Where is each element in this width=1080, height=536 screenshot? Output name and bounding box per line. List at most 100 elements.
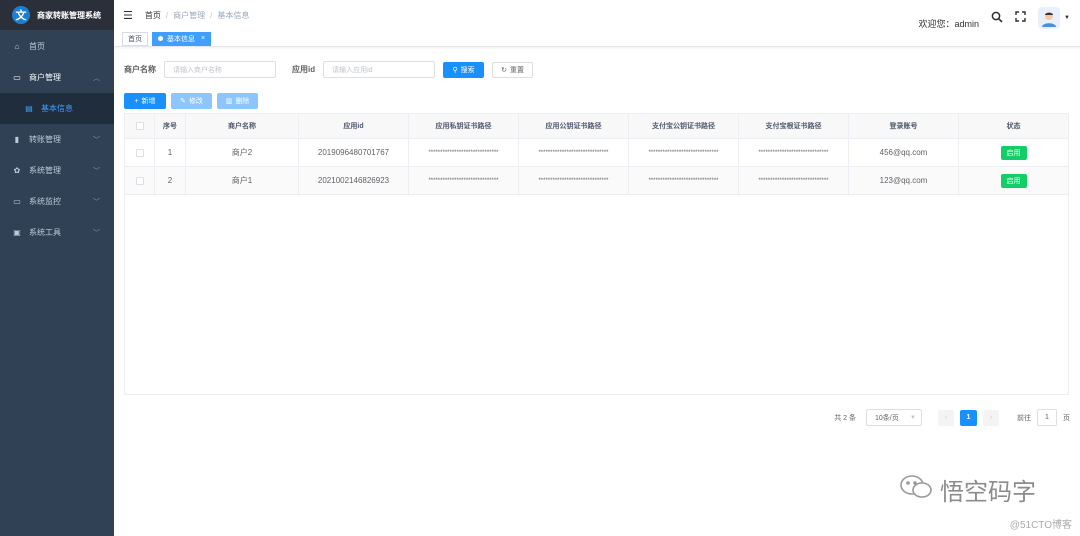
chevron-down-icon: ﹀ xyxy=(93,198,100,206)
row-checkbox[interactable] xyxy=(125,139,155,166)
goto-page-input[interactable]: 1 xyxy=(1037,409,1057,426)
column-header: 应用私钥证书路径 xyxy=(409,114,519,138)
close-icon[interactable]: × xyxy=(201,35,205,42)
tag-home[interactable]: 首页 xyxy=(122,31,148,46)
edit-icon: ✎ xyxy=(180,98,186,105)
cell-key: ****************************** xyxy=(409,139,519,166)
sidebar: 文 商家转账管理系统 ⌂ 首页 ▭ 商户管理 ︿ ▤ 基本信息 ▮ 转账管理 ﹀… xyxy=(0,0,114,536)
sidebar-item-system[interactable]: ✿ 系统管理 ﹀ xyxy=(0,155,114,186)
column-header: 登录账号 xyxy=(849,114,959,138)
column-header: 应用id xyxy=(299,114,409,138)
column-header: 状态 xyxy=(1006,123,1021,130)
column-header: 支付宝公钥证书路径 xyxy=(629,114,739,138)
column-header: 支付宝根证书路径 xyxy=(739,114,849,138)
sidebar-item-label: 首页 xyxy=(29,42,45,51)
button-label: 修改 xyxy=(188,98,203,105)
delete-icon: ▥ xyxy=(225,98,233,105)
status-button[interactable]: 启用 xyxy=(1000,173,1027,188)
logo-icon: 文 xyxy=(12,6,30,24)
cell-key: ****************************** xyxy=(739,139,849,166)
merchant-name-input[interactable]: 请输入商户名称 xyxy=(164,61,276,78)
tag-label: 基本信息 xyxy=(167,35,195,43)
column-header: 应用公钥证书路径 xyxy=(519,114,629,138)
column-header: 序号 xyxy=(155,114,186,138)
app-id-input[interactable]: 请输入应用id xyxy=(323,61,436,78)
sidebar-item-label: 系统监控 xyxy=(29,197,61,206)
sidebar-item-label: 系统管理 xyxy=(29,166,61,175)
page-size-select[interactable]: 10条/页 ▼ xyxy=(866,409,922,426)
plus-icon: + xyxy=(134,97,139,105)
breadcrumb: 首页 / 商户管理 / 基本信息 xyxy=(145,10,249,21)
cell-name: 商户1 xyxy=(186,167,299,194)
prev-page-button[interactable]: ‹ xyxy=(938,409,954,426)
select-all-checkbox[interactable] xyxy=(125,114,155,138)
reset-button[interactable]: ↻ 重置 xyxy=(492,61,534,78)
page-size-value: 10条/页 xyxy=(875,414,899,422)
sidebar-item-tools[interactable]: ▣ 系统工具 ﹀ xyxy=(0,217,114,248)
chevron-down-icon: ﹀ xyxy=(93,136,100,144)
merchant-name-label: 商户名称 xyxy=(124,65,156,74)
active-dot-icon xyxy=(158,36,163,41)
sidebar-logo[interactable]: 文 商家转账管理系统 xyxy=(0,0,114,30)
cell-name: 商户2 xyxy=(186,139,299,166)
cell-account: 456@qq.com xyxy=(849,139,959,166)
edit-button[interactable]: ✎ 修改 xyxy=(171,93,212,109)
sidebar-item-home[interactable]: ⌂ 首页 xyxy=(0,31,114,62)
search-icon: ⚲ xyxy=(452,66,458,74)
table-row[interactable]: 2 商户1 2021002146826923 *****************… xyxy=(125,167,1068,195)
button-label: 搜索 xyxy=(460,66,475,74)
breadcrumb-merchant: 商户管理 xyxy=(173,10,206,20)
breadcrumb-separator: / xyxy=(210,10,213,20)
welcome-text: 欢迎您：admin xyxy=(918,18,980,29)
chevron-down-icon: ▼ xyxy=(910,414,916,421)
app-title: 商家转账管理系统 xyxy=(37,10,101,20)
add-button[interactable]: + 新增 xyxy=(124,93,166,109)
search-form: 商户名称 请输入商户名称 应用id 请输入应用id ⚲ 搜索 ↻ 重置 xyxy=(124,61,534,78)
cell-key: ****************************** xyxy=(519,167,629,194)
gear-icon: ✿ xyxy=(13,166,21,175)
watermark: 悟空码字 xyxy=(898,472,1036,507)
cell-appid: 2019096480701767 xyxy=(299,139,409,166)
pagination: 共 2 条 10条/页 ▼ ‹ 1 › 前往 1 页 xyxy=(834,409,1070,426)
delete-button[interactable]: ▥ 删除 xyxy=(217,93,258,109)
breadcrumb-current: 基本信息 xyxy=(217,10,250,20)
tool-icon: ▣ xyxy=(13,228,21,237)
sidebar-item-monitor[interactable]: ▭ 系统监控 ﹀ xyxy=(0,186,114,217)
status-button[interactable]: 启用 xyxy=(1000,145,1027,160)
cell-account: 123@qq.com xyxy=(849,167,959,194)
fullscreen-icon[interactable] xyxy=(1015,11,1026,25)
shop-icon: ▭ xyxy=(13,73,21,82)
sidebar-item-basic-info[interactable]: ▤ 基本信息 xyxy=(0,93,114,124)
page-unit-label: 页 xyxy=(1063,414,1070,422)
search-button[interactable]: ⚲ 搜索 xyxy=(443,61,485,78)
avatar[interactable] xyxy=(1038,7,1061,29)
menu-toggle-icon[interactable]: ☰ xyxy=(123,9,133,22)
next-page-button[interactable]: › xyxy=(983,409,999,426)
total-count: 共 2 条 xyxy=(834,414,856,422)
sidebar-item-label: 基本信息 xyxy=(41,104,73,113)
row-checkbox[interactable] xyxy=(125,167,155,194)
search-icon[interactable] xyxy=(991,11,1003,26)
list-icon: ▤ xyxy=(25,104,33,113)
sidebar-item-label: 商户管理 xyxy=(29,73,61,82)
caret-down-icon[interactable]: ▼ xyxy=(1064,15,1070,21)
breadcrumb-home[interactable]: 首页 xyxy=(145,11,161,20)
main-content: 商户名称 请输入商户名称 应用id 请输入应用id ⚲ 搜索 ↻ 重置 + 新增 ✎ 修… xyxy=(114,47,1080,536)
sidebar-item-label: 转账管理 xyxy=(29,135,61,144)
column-header: 商户名称 xyxy=(186,114,299,138)
home-icon: ⌂ xyxy=(14,42,20,51)
sidebar-item-merchant[interactable]: ▭ 商户管理 ︿ xyxy=(0,62,114,93)
sidebar-item-transfer[interactable]: ▮ 转账管理 ﹀ xyxy=(0,124,114,155)
app-id-label: 应用id xyxy=(292,65,316,74)
cell-key: ****************************** xyxy=(629,167,739,194)
tag-basic-info[interactable]: 基本信息 × xyxy=(152,31,212,46)
table-row[interactable]: 1 商户2 2019096480701767 *****************… xyxy=(125,139,1068,167)
cell-status: 启用 xyxy=(959,167,1068,194)
page-number-1[interactable]: 1 xyxy=(960,409,977,426)
watermark-text: 悟空码字 xyxy=(940,479,1036,506)
cell-key: ****************************** xyxy=(409,167,519,194)
tag-label: 首页 xyxy=(128,35,142,43)
monitor-icon: ▭ xyxy=(13,197,21,206)
sidebar-item-label: 系统工具 xyxy=(29,228,61,237)
transfer-icon: ▮ xyxy=(14,135,20,144)
